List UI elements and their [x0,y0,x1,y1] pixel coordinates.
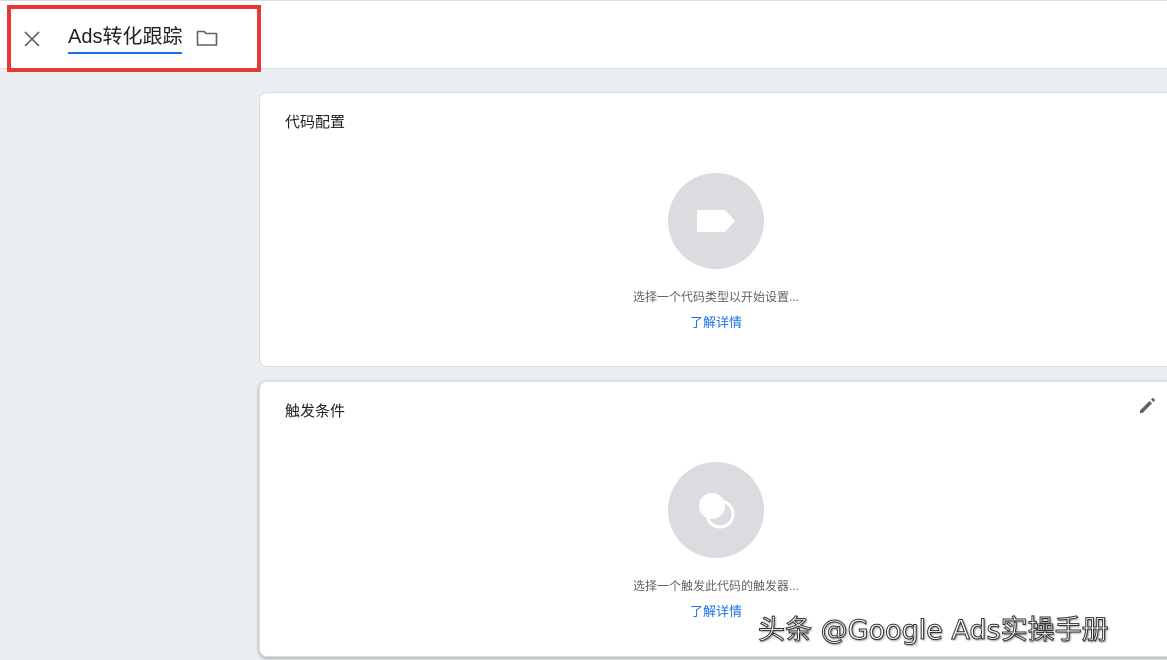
tag-configuration-card: 代码配置 选择一个代码类型以开始设置... 了解详情 [259,92,1167,367]
trigger-placeholder[interactable] [668,462,764,558]
edit-button[interactable] [1135,394,1159,418]
tag-learn-more-link-row: 了解详情 [260,312,1167,331]
pencil-icon [1140,397,1156,413]
trigger-learn-more-link[interactable]: 了解详情 [690,604,742,619]
tag-placeholder[interactable] [668,173,764,269]
tag-learn-more-link[interactable]: 了解详情 [690,315,742,330]
tag-icon [697,210,735,232]
trigger-icon [699,493,735,529]
card-title: 触发条件 [285,403,346,420]
card-title: 代码配置 [285,114,346,131]
highlight-annotation [7,5,261,72]
trigger-hint-text: 选择一个触发此代码的触发器... [632,579,799,593]
watermark: 头条 @Google Ads实操手册 [758,615,1110,647]
tag-hint-text: 选择一个代码类型以开始设置... [632,290,799,304]
